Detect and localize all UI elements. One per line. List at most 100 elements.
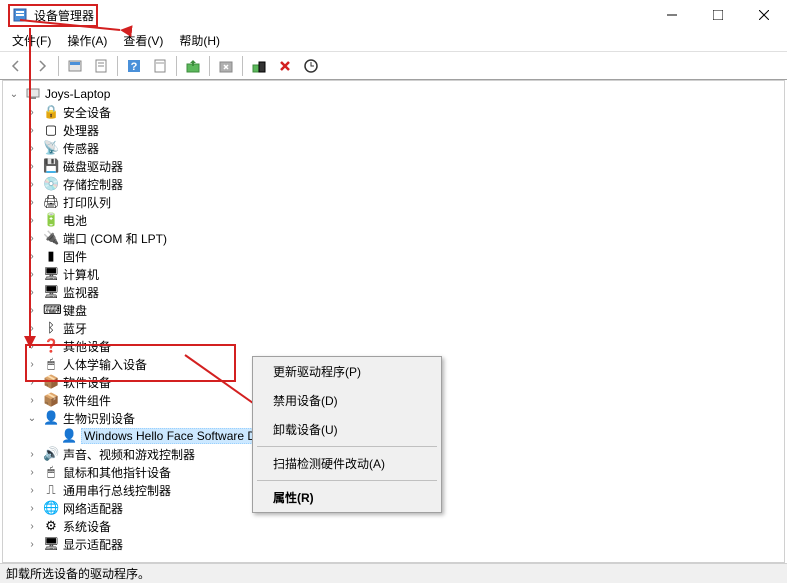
toolbar-help-button[interactable]: ? (122, 54, 146, 78)
tree-root[interactable]: ⌄ Joys-Laptop (3, 85, 784, 103)
tree-category-storage[interactable]: › 💿存储控制器 (3, 175, 784, 193)
expand-icon[interactable]: › (25, 285, 39, 299)
context-menu-item[interactable]: 更新驱动程序(P) (253, 357, 441, 386)
tree-category-label: 人体学输入设备 (63, 356, 147, 373)
biometric-icon: 👤 (43, 410, 59, 426)
svg-text:?: ? (131, 61, 138, 73)
menu-view[interactable]: 查看(V) (115, 30, 171, 51)
toolbar: ? (0, 52, 787, 80)
expand-icon[interactable]: › (25, 339, 39, 353)
mouse-icon: 🖱 (43, 464, 59, 480)
computer-icon: 🖥 (43, 266, 59, 282)
statusbar: 卸载所选设备的驱动程序。 (0, 563, 787, 583)
toolbar-forward-button[interactable] (30, 54, 54, 78)
swcomponent-icon: 📦 (43, 392, 59, 408)
expand-icon[interactable]: › (25, 519, 39, 533)
tree-category-label: 存储控制器 (63, 176, 123, 193)
expand-icon[interactable]: › (25, 267, 39, 281)
expand-icon[interactable]: › (25, 501, 39, 515)
port-icon: 🔌 (43, 230, 59, 246)
expand-icon[interactable]: › (25, 483, 39, 497)
system-icon: ⚙ (43, 518, 59, 534)
tree-category-computer[interactable]: ›🖥计算机 (3, 265, 784, 283)
tree-category-label: 磁盘驱动器 (63, 158, 123, 175)
tree-category-battery[interactable]: › 🔋电池 (3, 211, 784, 229)
expand-icon[interactable]: › (25, 105, 39, 119)
toolbar-uninstall-button[interactable] (273, 54, 297, 78)
expand-icon[interactable]: › (25, 357, 39, 371)
expand-icon[interactable]: › (25, 177, 39, 191)
expand-icon[interactable]: › (25, 321, 39, 335)
tree-category-security[interactable]: › 🔒安全设备 (3, 103, 784, 121)
toolbar-update-drivers-button[interactable] (181, 54, 205, 78)
statusbar-text: 卸载所选设备的驱动程序。 (6, 565, 150, 582)
menu-action[interactable]: 操作(A) (59, 30, 115, 51)
toolbar-back-button[interactable] (4, 54, 28, 78)
tree-category-keyboard[interactable]: ›⌨键盘 (3, 301, 784, 319)
tree-category-bluetooth[interactable]: ›ᛒ蓝牙 (3, 319, 784, 337)
tree-category-label: 显示适配器 (63, 536, 123, 553)
toolbar-enable-device-button[interactable] (247, 54, 271, 78)
tree-category-label: 系统设备 (63, 518, 111, 535)
context-menu-item[interactable]: 卸载设备(U) (253, 415, 441, 444)
expand-icon[interactable]: › (25, 465, 39, 479)
tree-category-port[interactable]: ›🔌端口 (COM 和 LPT) (3, 229, 784, 247)
software-icon: 📦 (43, 374, 59, 390)
expand-icon[interactable]: › (25, 231, 39, 245)
window-title: 设备管理器 (34, 7, 94, 24)
device-icon: 👤 (61, 428, 77, 444)
hid-icon: 🖱 (43, 356, 59, 372)
toolbar-scan-hardware-button[interactable] (299, 54, 323, 78)
tree-category-display[interactable]: ›🖥显示适配器 (3, 535, 784, 553)
tree-category-system[interactable]: › ⚙系统设备 (3, 517, 784, 535)
tree-category-printer[interactable]: ›🖨打印队列 (3, 193, 784, 211)
battery-icon: 🔋 (43, 212, 59, 228)
expand-icon[interactable]: › (25, 393, 39, 407)
expand-icon[interactable]: › (25, 537, 39, 551)
tree-category-disk[interactable]: ›💾磁盘驱动器 (3, 157, 784, 175)
menu-help[interactable]: 帮助(H) (171, 30, 228, 51)
tree-category-label: 其他设备 (63, 338, 111, 355)
toolbar-options-button[interactable] (89, 54, 113, 78)
context-menu-separator (257, 446, 437, 447)
close-button[interactable] (741, 0, 787, 30)
tree-root-label: Joys-Laptop (45, 87, 110, 101)
toolbar-disable-device-button[interactable] (214, 54, 238, 78)
tree-category-cpu[interactable]: ›▢处理器 (3, 121, 784, 139)
expand-icon[interactable]: › (25, 159, 39, 173)
maximize-button[interactable] (695, 0, 741, 30)
security-icon: 🔒 (43, 104, 59, 120)
expand-icon[interactable]: ⌄ (25, 411, 39, 425)
expand-icon[interactable]: › (25, 375, 39, 389)
tree-category-label: 声音、视频和游戏控制器 (63, 446, 195, 463)
tree-category-other[interactable]: ›❓其他设备 (3, 337, 784, 355)
context-menu-item[interactable]: 禁用设备(D) (253, 386, 441, 415)
context-menu: 更新驱动程序(P)禁用设备(D)卸载设备(U) 扫描检测硬件改动(A) 属性(R) (252, 356, 442, 513)
tree-category-label: 监视器 (63, 284, 99, 301)
tree-category-monitor[interactable]: ›🖥监视器 (3, 283, 784, 301)
tree-category-label: 生物识别设备 (63, 410, 135, 427)
toolbar-console-button[interactable] (63, 54, 87, 78)
expand-icon[interactable]: › (25, 141, 39, 155)
context-menu-item[interactable]: 扫描检测硬件改动(A) (253, 449, 441, 478)
menu-file[interactable]: 文件(F) (4, 30, 59, 51)
context-menu-item[interactable]: 属性(R) (253, 483, 441, 512)
toolbar-properties-button[interactable] (148, 54, 172, 78)
expand-icon[interactable]: › (25, 213, 39, 227)
expand-icon[interactable]: › (25, 249, 39, 263)
expand-icon[interactable]: › (25, 303, 39, 317)
minimize-button[interactable] (649, 0, 695, 30)
tree-category-sensor[interactable]: ›📡传感器 (3, 139, 784, 157)
tree-category-firmware[interactable]: ›▮固件 (3, 247, 784, 265)
expand-icon[interactable]: › (25, 447, 39, 461)
tree-category-label: 传感器 (63, 140, 99, 157)
expand-icon[interactable]: › (25, 195, 39, 209)
tree-category-label: 电池 (63, 212, 87, 229)
tree-category-label: 处理器 (63, 122, 99, 139)
firmware-icon: ▮ (43, 248, 59, 264)
storage-icon: 💿 (43, 176, 59, 192)
tree-category-label: 安全设备 (63, 104, 111, 121)
expand-icon[interactable]: › (25, 123, 39, 137)
menubar: 文件(F) 操作(A) 查看(V) 帮助(H) (0, 30, 787, 52)
expand-icon[interactable]: ⌄ (7, 87, 21, 101)
